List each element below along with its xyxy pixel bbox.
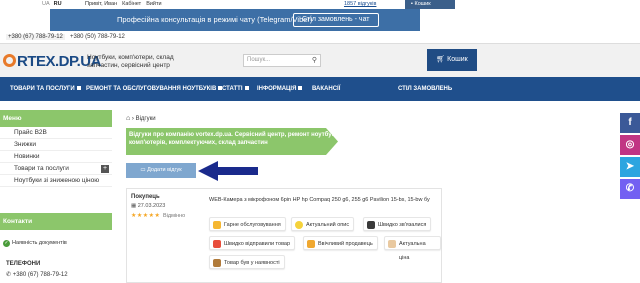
home-icon[interactable]: ⌂ — [126, 115, 130, 122]
tag-actual-price: Актуальна ціна — [384, 236, 441, 261]
sidebar-contacts-title: Контакти — [0, 213, 112, 230]
top-bar: UA RU Привіт, Иван Кабінет Вийти 1857 відгу… — [0, 0, 640, 9]
phone-icon: ✆ — [6, 272, 13, 278]
sidebar-menu-title: Меню — [0, 110, 112, 127]
lang-ua-link[interactable]: UA — [42, 1, 50, 7]
viber-link[interactable]: ✆ — [620, 179, 640, 199]
breadcrumb-current: Відгуки — [135, 116, 156, 122]
mini-cart-button[interactable]: ▪ Кошик — [405, 0, 455, 9]
review-card: Покупець ▦ 27.03.2023 ★★★★★ Відмінно WEB… — [126, 188, 442, 283]
facebook-icon: f — [620, 113, 640, 133]
main-nav: ТОВАРИ ТА ПОСЛУГИ РЕМОНТ ТА ОБСЛУГОВУВАН… — [0, 77, 640, 101]
sidebar-item-new[interactable]: Новинки — [0, 151, 112, 163]
chat-order-button[interactable]: Стіл замовлень - чат — [293, 13, 379, 27]
logout-link[interactable]: Вийти — [146, 1, 161, 7]
consultation-text: Професійна консультація в режимі чату (T… — [117, 15, 313, 24]
mini-cart-label: Кошик — [414, 1, 431, 7]
check-icon: ✓ — [3, 240, 10, 247]
smile-icon — [295, 221, 303, 229]
cart-label: Кошик — [447, 56, 468, 63]
search-placeholder: Пошук... — [247, 57, 271, 63]
logo-ring-icon — [3, 54, 16, 67]
search-icon[interactable]: ⚲ — [312, 55, 317, 66]
sidebar-item-products[interactable]: Товари та послуги + — [0, 163, 112, 175]
price-tag-icon — [388, 240, 396, 248]
tag-actual-description: Актуальний опис — [291, 217, 355, 231]
tag-fast-shipping: Швидко відправили товар — [209, 236, 296, 250]
cart-icon: 🛒︎ — [436, 56, 448, 63]
sidebar-item-price-b2b[interactable]: Прайс B2B — [0, 127, 112, 139]
phones-bar: +380 (67) 788-79-12 +380 (50) 788-79-12 — [0, 31, 640, 44]
tag-quick-contact: Швидко зв'язалися — [363, 217, 432, 231]
tag-in-stock: Товар був у наявності — [209, 255, 285, 269]
review-rating-label: Відмінно — [163, 213, 186, 219]
phone-link-1[interactable]: +380 (67) 788-79-12 — [6, 34, 65, 40]
phone-icon — [367, 221, 375, 229]
handshake-icon — [307, 240, 315, 248]
sidebar-item-discounts[interactable]: Знижки — [0, 139, 112, 151]
review-author: Покупець — [131, 194, 160, 200]
cart-button[interactable]: 🛒︎ Кошик — [427, 49, 477, 71]
review-product-text: WEB-Камера з мікрофоном 6pin HP hp Compa… — [209, 197, 430, 203]
telegram-link[interactable]: ➤ — [620, 157, 640, 177]
facebook-link[interactable]: f — [620, 113, 640, 133]
greeting-text: Привіт, Иван — [85, 1, 118, 7]
add-review-button[interactable]: ▭ Додати відгук — [126, 163, 196, 178]
phones-heading: ТЕЛЕФОНИ — [6, 261, 41, 267]
box-icon — [213, 259, 221, 267]
thumbs-up-icon — [213, 221, 221, 229]
sidebar-menu: Прайс B2B Знижки Новинки Товари та послу… — [0, 127, 112, 187]
nav-item-repair[interactable]: РЕМОНТ ТА ОБСЛУГОВУВАННЯ НОУТБУКІВ — [86, 77, 223, 101]
dropdown-icon — [76, 86, 81, 90]
pointer-arrow-icon — [198, 161, 258, 181]
review-stars: ★★★★★ — [131, 213, 161, 219]
tag-good-service: Гарне обслуговування — [209, 217, 286, 231]
calendar-icon: ▦ — [131, 203, 138, 209]
search-input[interactable]: Пошук... ⚲ — [243, 54, 321, 67]
review-date: ▦ 27.03.2023 — [131, 203, 166, 209]
nav-item-vacancies[interactable]: ВАКАНСІЇ — [312, 77, 340, 101]
expand-plus-icon[interactable]: + — [101, 165, 109, 173]
dropdown-icon — [298, 86, 303, 90]
reviews-banner: Відгуки про компанію vortex.dp.ua. Серві… — [126, 128, 338, 155]
tag-polite-seller: Ввічливий продавець — [303, 236, 378, 250]
breadcrumb: ⌂ › Відгуки — [126, 115, 156, 122]
telegram-icon: ➤ — [620, 157, 640, 177]
documents-availability[interactable]: ✓ Наявність документів — [3, 240, 67, 247]
nav-item-products[interactable]: ТОВАРИ ТА ПОСЛУГИ — [10, 77, 81, 101]
nav-item-articles[interactable]: СТАТТІ — [222, 77, 249, 101]
reviews-count-link[interactable]: 1857 відгуків — [344, 1, 376, 7]
sidebar-phone[interactable]: ✆ +380 (67) 788-79-12 — [6, 271, 68, 278]
lang-ru-link[interactable]: RU — [54, 1, 62, 7]
cabinet-link[interactable]: Кабінет — [122, 1, 141, 7]
nav-item-order-desk[interactable]: СТІЛ ЗАМОВЛЕНЬ — [398, 77, 452, 101]
viber-icon: ✆ — [620, 179, 640, 199]
site-tagline: Ноутбуки, комп'ютери, склад запчастин, с… — [87, 54, 174, 69]
site-header: RTEX.DP.UA Ноутбуки, комп'ютери, склад з… — [0, 44, 640, 77]
consultation-banner: Професійна консультація в режимі чату (T… — [50, 9, 420, 31]
nav-item-info[interactable]: ІНФОРМАЦІЯ — [257, 77, 303, 101]
sidebar-item-discounted-laptops[interactable]: Ноутбуки зі зниженою ціною — [0, 175, 112, 187]
rocket-icon — [213, 240, 221, 248]
instagram-icon: ◎ — [620, 135, 640, 155]
instagram-link[interactable]: ◎ — [620, 135, 640, 155]
dropdown-icon — [244, 86, 249, 90]
phone-link-2[interactable]: +380 (50) 788-79-12 — [70, 34, 125, 40]
